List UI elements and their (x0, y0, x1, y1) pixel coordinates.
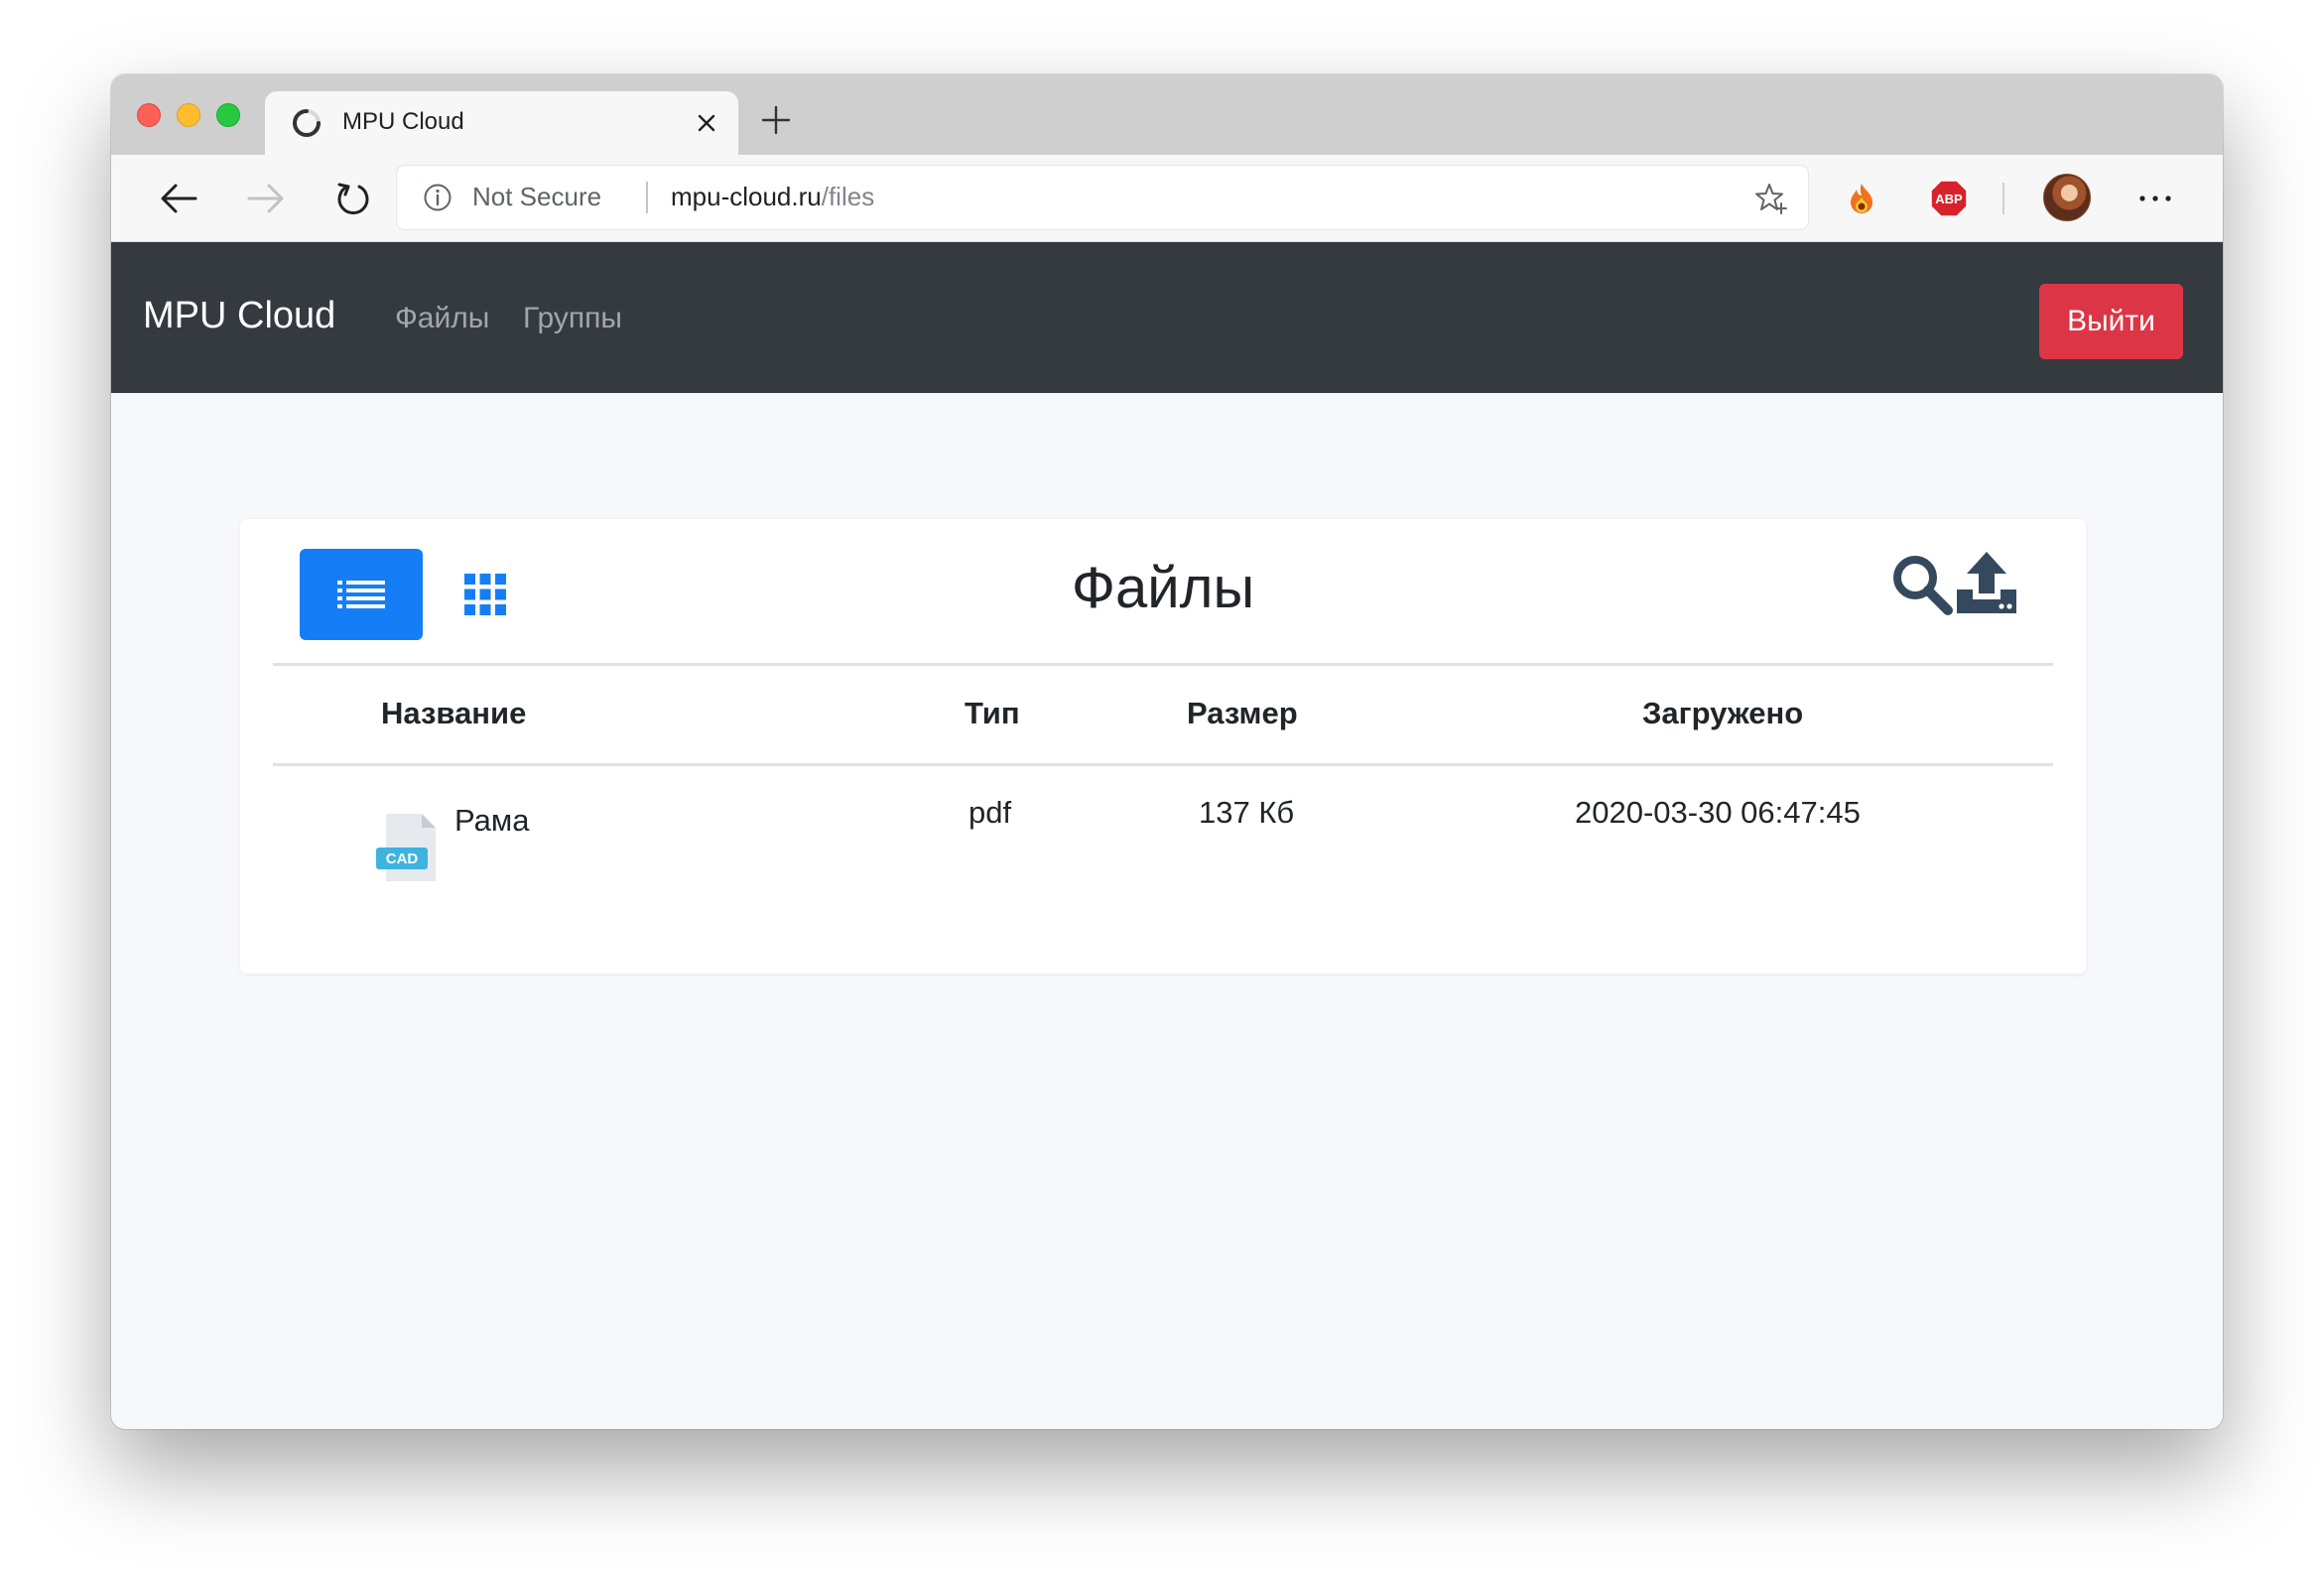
column-header-type[interactable]: Тип (965, 696, 1020, 731)
arrow-right-icon (247, 184, 284, 213)
table-header-border (273, 763, 2053, 766)
tab-close-button[interactable] (689, 105, 724, 141)
browser-tab[interactable]: MPU Cloud (265, 91, 738, 155)
loading-favicon-icon (293, 109, 321, 137)
maximize-window-button[interactable] (216, 103, 240, 127)
column-header-uploaded[interactable]: Загружено (1642, 696, 1803, 731)
upload-icon[interactable] (1955, 550, 2018, 615)
file-icon-label: CAD (386, 850, 419, 867)
reload-icon (337, 183, 369, 215)
page-title: Файлы (1071, 556, 1255, 620)
file-name[interactable]: Рама (454, 803, 529, 839)
fire-extension-icon[interactable] (1840, 177, 1883, 220)
column-header-size[interactable]: Размер (1187, 696, 1298, 731)
forward-button[interactable] (240, 173, 292, 224)
new-tab-button[interactable] (754, 98, 798, 142)
adblock-icon: ABP (1930, 180, 1968, 217)
close-window-button[interactable] (137, 103, 161, 127)
url-path: /files (821, 182, 875, 211)
browser-toolbar: Not Secure mpu-cloud.ru/files ABP (111, 155, 2223, 242)
cad-file-icon: CAD (376, 814, 436, 881)
reload-button[interactable] (327, 173, 379, 224)
column-header-name[interactable]: Название (381, 696, 526, 731)
star-add-icon[interactable] (1754, 182, 1788, 215)
address-divider (646, 182, 648, 213)
app-navbar: MPU Cloud Файлы Группы Выйти (111, 242, 2223, 393)
url-host: mpu-cloud.ru (671, 182, 822, 211)
nav-link-files[interactable]: Файлы (395, 302, 489, 335)
search-icon[interactable] (1891, 554, 1953, 615)
file-type: pdf (968, 795, 1012, 830)
tab-strip: MPU Cloud (111, 74, 2223, 155)
profile-avatar[interactable] (2043, 174, 2091, 221)
table-top-border (273, 663, 2053, 666)
close-icon (698, 114, 715, 132)
adblock-plus-icon[interactable]: ABP (1927, 177, 1971, 220)
arrow-left-icon (161, 184, 197, 213)
files-card: Файлы Название Тип Размер Загружено CAD (240, 519, 2086, 974)
url-text[interactable]: mpu-cloud.ru/files (671, 182, 874, 212)
brand-link[interactable]: MPU Cloud (143, 295, 335, 337)
more-menu-button[interactable] (2133, 177, 2177, 220)
browser-window: MPU Cloud Not Secure mpu-cloud.ru/files … (111, 74, 2223, 1429)
address-bar[interactable]: Not Secure mpu-cloud.ru/files (397, 166, 1808, 229)
security-label: Not Secure (472, 182, 602, 211)
minimize-window-button[interactable] (177, 103, 200, 127)
adblock-label: ABP (1935, 192, 1963, 206)
file-uploaded-date: 2020-03-30 06:47:45 (1575, 795, 1861, 830)
more-horizontal-icon (2139, 196, 2171, 201)
file-size: 137 Кб (1199, 795, 1295, 830)
nav-link-groups[interactable]: Группы (523, 302, 622, 335)
plus-icon (761, 105, 791, 135)
toolbar-divider (2002, 183, 2004, 214)
fire-icon (1851, 184, 1872, 213)
tab-title: MPU Cloud (342, 108, 464, 135)
back-button[interactable] (153, 173, 204, 224)
info-icon[interactable] (423, 183, 452, 212)
logout-button[interactable]: Выйти (2039, 284, 2183, 359)
